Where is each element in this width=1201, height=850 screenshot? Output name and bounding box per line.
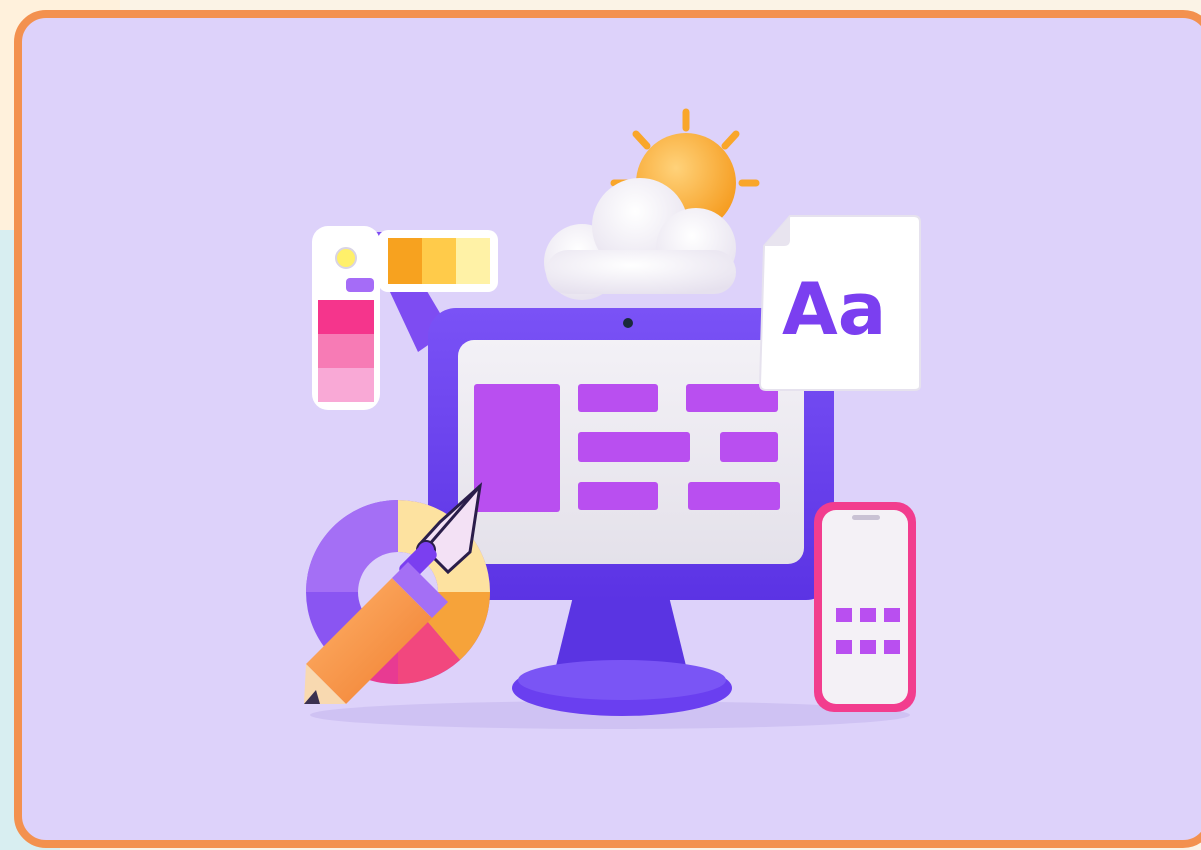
illustration-stage: Aa <box>0 0 1201 850</box>
phone-icon <box>814 502 916 712</box>
webcam <box>623 318 633 328</box>
screen-content-blocks <box>474 384 780 512</box>
font-card-text: Aa <box>782 267 886 351</box>
web-design-illustration: Aa <box>304 108 921 729</box>
font-card-icon: Aa <box>758 215 921 391</box>
